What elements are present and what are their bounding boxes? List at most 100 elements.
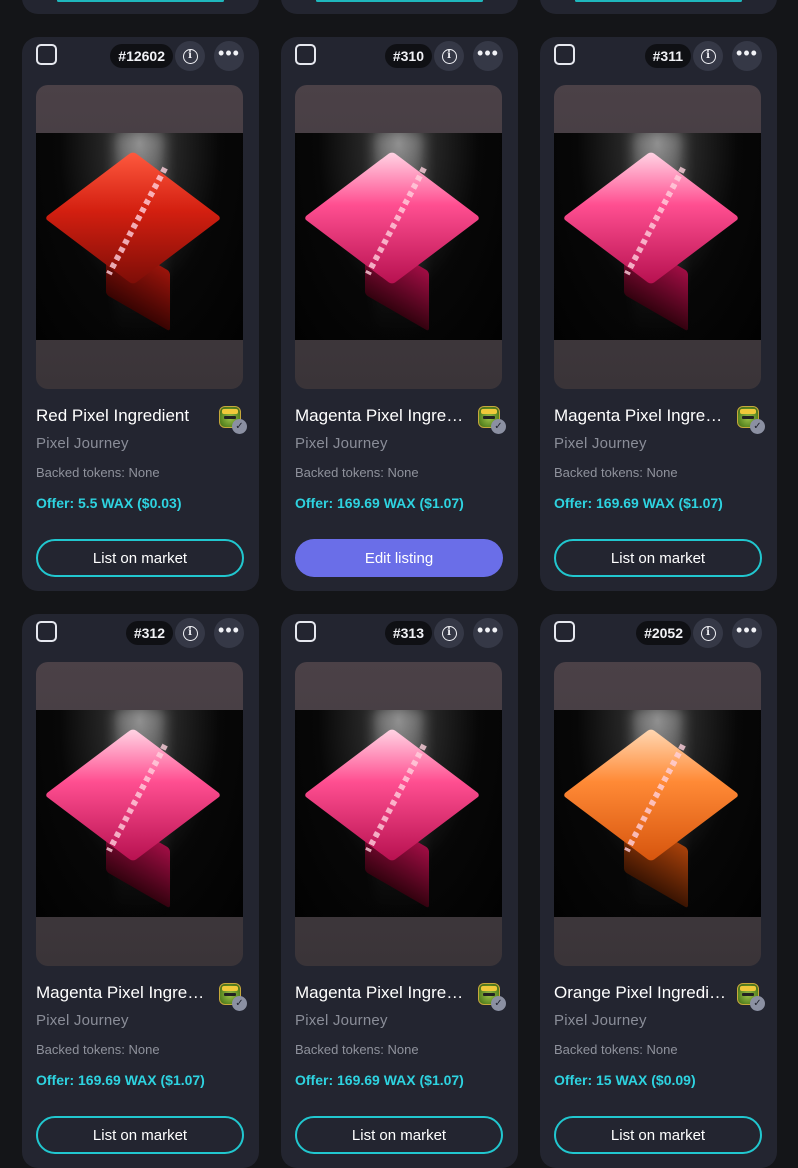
- select-checkbox[interactable]: [295, 621, 316, 642]
- backed-tokens: Backed tokens: None: [554, 465, 678, 480]
- cube-artwork: [36, 710, 243, 917]
- previous-card-partial: [22, 0, 259, 14]
- asset-image[interactable]: [36, 662, 243, 966]
- asset-id-badge: #313: [384, 621, 432, 645]
- asset-image[interactable]: [554, 85, 761, 389]
- collection-avatar[interactable]: ✓: [219, 406, 247, 434]
- list-on-market-button[interactable]: List on market: [554, 539, 762, 577]
- list-on-market-button[interactable]: List on market: [554, 1116, 762, 1154]
- more-horizontal-icon: •••: [477, 43, 499, 63]
- asset-name[interactable]: Magenta Pixel Ingredi...: [554, 406, 730, 426]
- backed-tokens: Backed tokens: None: [295, 465, 419, 480]
- verified-check-icon: ✓: [750, 996, 765, 1011]
- cube-face: [44, 151, 222, 285]
- collection-avatar[interactable]: ✓: [219, 983, 247, 1011]
- info-button[interactable]: i: [434, 41, 464, 71]
- asset-id-badge: #311: [644, 44, 691, 68]
- asset-id-badge: #2052: [636, 621, 691, 645]
- asset-image[interactable]: [554, 662, 761, 966]
- list-on-market-button[interactable]: List on market: [295, 1116, 503, 1154]
- verified-check-icon: ✓: [232, 419, 247, 434]
- cube-artwork: [295, 133, 502, 340]
- collection-name[interactable]: Pixel Journey: [295, 1012, 388, 1029]
- more-options-button[interactable]: •••: [473, 41, 503, 71]
- offer-price: Offer: 5.5 WAX ($0.03): [36, 495, 182, 511]
- select-checkbox[interactable]: [295, 44, 316, 65]
- asset-card[interactable]: #312 i ••• Magenta Pixel Ingredi... ✓ Pixel J…: [22, 614, 259, 1168]
- asset-image[interactable]: [295, 662, 502, 966]
- select-checkbox[interactable]: [36, 621, 57, 642]
- select-checkbox[interactable]: [554, 621, 575, 642]
- asset-card[interactable]: #2052 i ••• Orange Pixel Ingredient ✓ Pixel J…: [540, 614, 777, 1168]
- backed-tokens: Backed tokens: None: [36, 1042, 160, 1057]
- previous-card-button-edge[interactable]: [575, 0, 742, 2]
- cube-artwork: [554, 710, 761, 917]
- info-button[interactable]: i: [175, 618, 205, 648]
- offer-price: Offer: 169.69 WAX ($1.07): [554, 495, 723, 511]
- list-on-market-button[interactable]: List on market: [36, 1116, 244, 1154]
- backed-tokens: Backed tokens: None: [295, 1042, 419, 1057]
- previous-card-button-edge[interactable]: [316, 0, 483, 2]
- asset-name[interactable]: Magenta Pixel Ingredi...: [36, 983, 212, 1003]
- collection-name[interactable]: Pixel Journey: [554, 435, 647, 452]
- previous-card-partial: [540, 0, 777, 14]
- info-button[interactable]: i: [693, 41, 723, 71]
- collection-avatar[interactable]: ✓: [737, 983, 765, 1011]
- collection-avatar[interactable]: ✓: [478, 983, 506, 1011]
- cube-face: [303, 151, 481, 285]
- collection-name[interactable]: Pixel Journey: [295, 435, 388, 452]
- collection-avatar[interactable]: ✓: [737, 406, 765, 434]
- cube-face: [562, 151, 740, 285]
- info-icon: i: [441, 48, 457, 64]
- info-button[interactable]: i: [175, 41, 205, 71]
- asset-image[interactable]: [36, 85, 243, 389]
- backed-tokens: Backed tokens: None: [554, 1042, 678, 1057]
- collection-name[interactable]: Pixel Journey: [36, 435, 129, 452]
- asset-image[interactable]: [295, 85, 502, 389]
- offer-price: Offer: 15 WAX ($0.09): [554, 1072, 696, 1088]
- backed-tokens: Backed tokens: None: [36, 465, 160, 480]
- asset-id-badge: #12602: [110, 44, 173, 68]
- collection-name[interactable]: Pixel Journey: [36, 1012, 129, 1029]
- info-icon: i: [441, 625, 457, 641]
- asset-card[interactable]: #313 i ••• Magenta Pixel Ingredi... ✓ Pixel J…: [281, 614, 518, 1168]
- info-button[interactable]: i: [434, 618, 464, 648]
- list-on-market-button[interactable]: List on market: [36, 539, 244, 577]
- cube-face: [562, 728, 740, 862]
- verified-check-icon: ✓: [232, 996, 247, 1011]
- verified-check-icon: ✓: [491, 996, 506, 1011]
- collection-name[interactable]: Pixel Journey: [554, 1012, 647, 1029]
- more-horizontal-icon: •••: [736, 43, 758, 63]
- asset-name[interactable]: Magenta Pixel Ingredi...: [295, 983, 471, 1003]
- verified-check-icon: ✓: [491, 419, 506, 434]
- more-horizontal-icon: •••: [736, 620, 758, 640]
- select-checkbox[interactable]: [554, 44, 575, 65]
- previous-card-partial: [281, 0, 518, 14]
- select-checkbox[interactable]: [36, 44, 57, 65]
- cube-artwork: [554, 133, 761, 340]
- asset-card[interactable]: #12602 i ••• Red Pixel Ingredient ✓ Pixel Jou…: [22, 37, 259, 591]
- more-options-button[interactable]: •••: [473, 618, 503, 648]
- info-icon: i: [700, 625, 716, 641]
- offer-price: Offer: 169.69 WAX ($1.07): [295, 495, 464, 511]
- info-button[interactable]: i: [693, 618, 723, 648]
- more-options-button[interactable]: •••: [214, 618, 244, 648]
- asset-card[interactable]: #311 i ••• Magenta Pixel Ingredi... ✓ Pixel J…: [540, 37, 777, 591]
- cube-artwork: [36, 133, 243, 340]
- more-options-button[interactable]: •••: [732, 618, 762, 648]
- cube-face: [303, 728, 481, 862]
- info-icon: i: [182, 48, 198, 64]
- more-horizontal-icon: •••: [477, 620, 499, 640]
- info-icon: i: [182, 625, 198, 641]
- more-options-button[interactable]: •••: [214, 41, 244, 71]
- edit-listing-button[interactable]: Edit listing: [295, 539, 503, 577]
- asset-name[interactable]: Orange Pixel Ingredient: [554, 983, 730, 1003]
- previous-card-button-edge[interactable]: [57, 0, 224, 2]
- more-options-button[interactable]: •••: [732, 41, 762, 71]
- more-horizontal-icon: •••: [218, 43, 240, 63]
- collection-avatar[interactable]: ✓: [478, 406, 506, 434]
- asset-name[interactable]: Magenta Pixel Ingredi...: [295, 406, 471, 426]
- asset-card[interactable]: #310 i ••• Magenta Pixel Ingredi... ✓ Pixel J…: [281, 37, 518, 591]
- offer-price: Offer: 169.69 WAX ($1.07): [295, 1072, 464, 1088]
- asset-name[interactable]: Red Pixel Ingredient: [36, 406, 212, 426]
